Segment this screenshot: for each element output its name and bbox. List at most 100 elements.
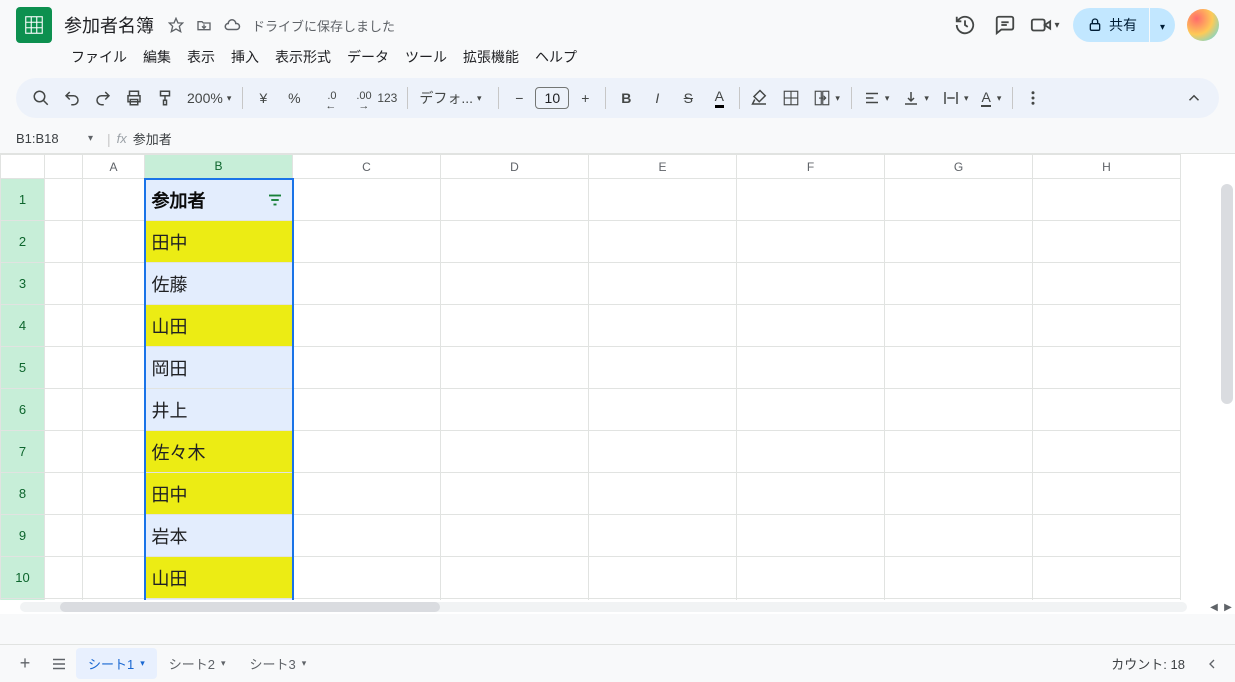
cell[interactable]	[589, 305, 737, 347]
cell[interactable]	[885, 515, 1033, 557]
paint-format-button[interactable]	[150, 83, 180, 113]
cell[interactable]	[737, 557, 885, 599]
chevron-down-icon[interactable]: ▾	[302, 658, 307, 669]
column-header[interactable]: B	[145, 155, 293, 179]
cell[interactable]	[441, 431, 589, 473]
cell[interactable]: 岩本	[145, 515, 293, 557]
column-header[interactable]: E	[589, 155, 737, 179]
cell[interactable]: 佐藤	[145, 263, 293, 305]
scroll-left-icon[interactable]: ◀	[1207, 600, 1221, 614]
cell[interactable]: 参加者	[145, 179, 293, 221]
cell[interactable]	[885, 431, 1033, 473]
vertical-scrollbar[interactable]	[1221, 184, 1233, 404]
decrease-font-button[interactable]: −	[504, 83, 534, 113]
cell[interactable]	[1033, 431, 1181, 473]
horizontal-scrollbar[interactable]	[20, 602, 1187, 612]
cell[interactable]	[589, 263, 737, 305]
cell[interactable]	[885, 347, 1033, 389]
cell[interactable]	[83, 263, 145, 305]
row-header[interactable]: 10	[1, 557, 45, 599]
filter-icon[interactable]	[266, 191, 284, 209]
cell[interactable]: 佐々木	[145, 431, 293, 473]
cell[interactable]	[441, 347, 589, 389]
chevron-down-icon[interactable]: ▾	[140, 658, 145, 669]
add-sheet-button[interactable]: +	[8, 649, 42, 679]
menu-ファイル[interactable]: ファイル	[64, 44, 134, 70]
row-header[interactable]: 7	[1, 431, 45, 473]
cell[interactable]: 井上	[145, 389, 293, 431]
menu-表示[interactable]: 表示	[180, 44, 222, 70]
cell[interactable]	[293, 431, 441, 473]
cell[interactable]	[737, 515, 885, 557]
menu-挿入[interactable]: 挿入	[224, 44, 266, 70]
search-menus-icon[interactable]	[26, 83, 56, 113]
row-header[interactable]: 9	[1, 515, 45, 557]
cell[interactable]	[737, 347, 885, 389]
cell[interactable]	[441, 221, 589, 263]
cell[interactable]	[293, 557, 441, 599]
italic-button[interactable]: I	[642, 83, 672, 113]
row-header[interactable]: 2	[1, 221, 45, 263]
menu-拡張機能[interactable]: 拡張機能	[456, 44, 526, 70]
star-icon[interactable]	[166, 15, 186, 35]
cell[interactable]	[885, 389, 1033, 431]
cell[interactable]	[1033, 389, 1181, 431]
cell[interactable]	[441, 305, 589, 347]
cell[interactable]	[441, 389, 589, 431]
cell[interactable]	[83, 389, 145, 431]
row-header[interactable]: 4	[1, 305, 45, 347]
fill-color-button[interactable]	[745, 83, 775, 113]
percent-button[interactable]: %	[279, 83, 309, 113]
cell[interactable]	[1033, 263, 1181, 305]
more-toolbar-icon[interactable]	[1018, 83, 1048, 113]
menu-表示形式[interactable]: 表示形式	[268, 44, 338, 70]
cell[interactable]	[441, 473, 589, 515]
select-all-corner[interactable]	[1, 155, 45, 179]
menu-ヘルプ[interactable]: ヘルプ	[528, 44, 584, 70]
cell[interactable]	[737, 179, 885, 221]
cell[interactable]: 山田	[145, 305, 293, 347]
cell[interactable]	[737, 263, 885, 305]
sheet-tab[interactable]: シート3▾	[238, 648, 319, 679]
cell[interactable]: 山田	[145, 557, 293, 599]
explore-button[interactable]	[1197, 649, 1227, 679]
cell[interactable]	[737, 389, 885, 431]
move-icon[interactable]	[194, 15, 214, 35]
merge-cells-button[interactable]: ▾	[807, 83, 846, 113]
menu-編集[interactable]: 編集	[136, 44, 178, 70]
name-box-dropdown[interactable]: ▾	[88, 133, 93, 144]
menu-ツール[interactable]: ツール	[398, 44, 454, 70]
cell[interactable]	[83, 431, 145, 473]
cell[interactable]	[1033, 221, 1181, 263]
currency-button[interactable]: ¥	[248, 83, 278, 113]
column-header[interactable]: A	[83, 155, 145, 179]
cell[interactable]	[589, 515, 737, 557]
status-count[interactable]: カウント: 18	[1099, 654, 1197, 673]
cell[interactable]	[83, 473, 145, 515]
cell[interactable]	[589, 347, 737, 389]
cell[interactable]	[293, 347, 441, 389]
row-header[interactable]: 3	[1, 263, 45, 305]
text-color-button[interactable]: A	[704, 83, 734, 113]
sheet-tab[interactable]: シート1▾	[76, 648, 157, 679]
format-123-button[interactable]: 123	[372, 83, 402, 113]
cell[interactable]	[1033, 305, 1181, 347]
cell[interactable]	[83, 305, 145, 347]
all-sheets-button[interactable]	[42, 649, 76, 679]
cloud-saved-icon[interactable]	[222, 15, 242, 35]
column-header[interactable]: F	[737, 155, 885, 179]
comments-icon[interactable]	[987, 7, 1023, 43]
cell[interactable]	[83, 221, 145, 263]
account-avatar[interactable]	[1187, 9, 1219, 41]
redo-button[interactable]	[88, 83, 118, 113]
share-button[interactable]: 共有	[1073, 8, 1149, 42]
cell[interactable]	[293, 221, 441, 263]
zoom-select[interactable]: 200%▾	[181, 83, 237, 113]
bold-button[interactable]: B	[611, 83, 641, 113]
wrap-button[interactable]: ▾	[936, 83, 975, 113]
cell[interactable]	[1033, 515, 1181, 557]
borders-button[interactable]	[776, 83, 806, 113]
font-family-select[interactable]: デフォ...▾	[413, 83, 493, 113]
sheet-tab[interactable]: シート2▾	[157, 648, 238, 679]
cell[interactable]	[885, 305, 1033, 347]
